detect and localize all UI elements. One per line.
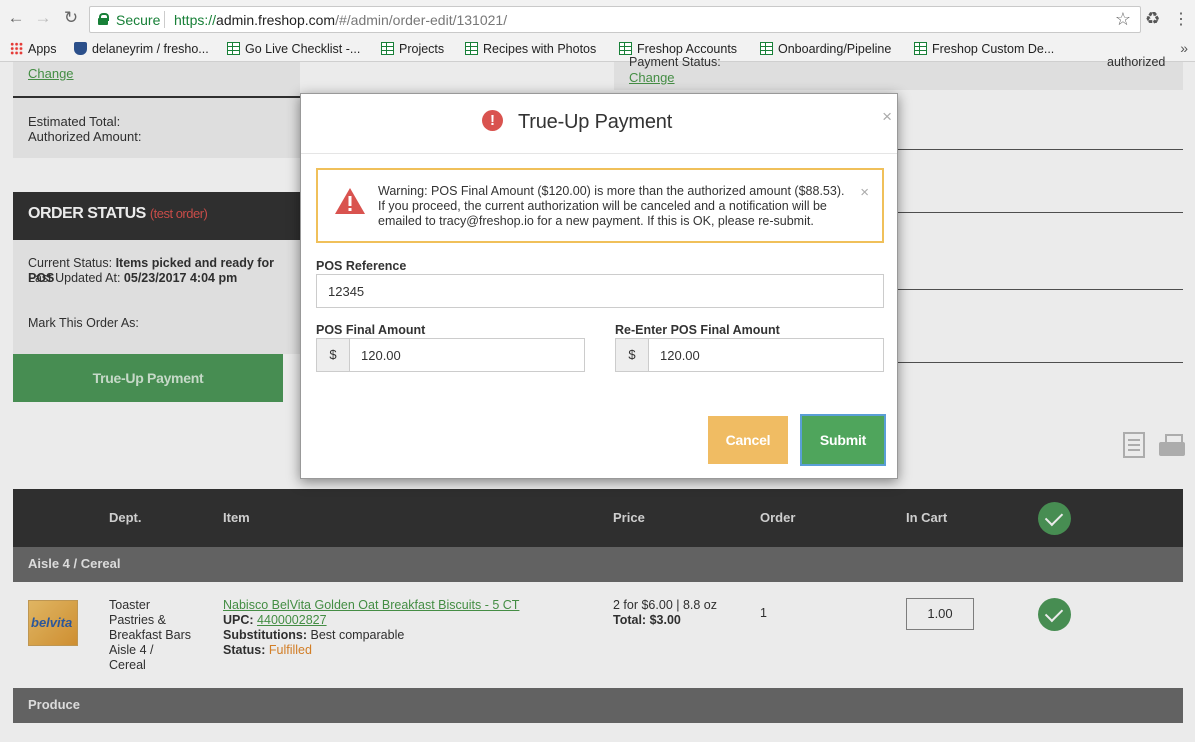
menu-icon[interactable]: ⋮: [1173, 9, 1189, 29]
bookmark-onboarding[interactable]: Onboarding/Pipeline: [760, 40, 891, 58]
dismiss-warning-icon[interactable]: ×: [860, 184, 869, 201]
bookmark-custom-de[interactable]: Freshop Custom De...: [914, 40, 1054, 58]
bookmark-delaneyrim[interactable]: delaneyrim / fresho...: [74, 40, 209, 58]
spreadsheet-icon: [760, 42, 773, 55]
warning-message: Warning: POS Final Amount ($120.00) is m…: [378, 184, 845, 228]
modal-header: ! True-Up Payment ×: [301, 94, 897, 154]
true-up-payment-modal: ! True-Up Payment × Warning: POS Final A…: [300, 93, 898, 479]
pos-reference-input[interactable]: 12345: [316, 274, 884, 308]
bookmarks-overflow-icon[interactable]: »: [1180, 40, 1188, 56]
url-text[interactable]: https://admin.freshop.com/#/admin/order-…: [174, 12, 507, 28]
bookmark-star-icon[interactable]: ☆: [1115, 9, 1131, 30]
spreadsheet-icon: [381, 42, 394, 55]
recycle-extension-icon[interactable]: ♻: [1145, 9, 1160, 29]
reenter-pos-final-amount-label: Re-Enter POS Final Amount: [615, 323, 780, 337]
apps-grid-icon: [10, 42, 23, 55]
error-exclamation-icon: !: [482, 110, 503, 131]
spreadsheet-icon: [914, 42, 927, 55]
browser-toolbar: ← → ↻ Secure https://admin.freshop.com/#…: [0, 0, 1195, 38]
bookmark-go-live[interactable]: Go Live Checklist -...: [227, 40, 360, 58]
submit-button[interactable]: Submit: [802, 416, 884, 464]
pos-final-amount-label: POS Final Amount: [316, 323, 426, 337]
bookmark-recipes[interactable]: Recipes with Photos: [465, 40, 596, 58]
modal-title: True-Up Payment: [518, 111, 673, 133]
pos-reference-label: POS Reference: [316, 259, 407, 273]
spreadsheet-icon: [465, 42, 478, 55]
lock-icon: [98, 13, 109, 25]
spreadsheet-icon: [619, 42, 632, 55]
warning-triangle-icon: [334, 187, 366, 215]
cancel-button[interactable]: Cancel: [708, 416, 788, 464]
warning-alert: Warning: POS Final Amount ($120.00) is m…: [316, 168, 884, 243]
bookmarks-bar: Apps delaneyrim / fresho... Go Live Chec…: [0, 38, 1195, 62]
bookmark-projects[interactable]: Projects: [381, 40, 444, 58]
forward-arrow-icon[interactable]: →: [33, 8, 53, 28]
currency-addon: $: [615, 338, 649, 372]
secure-label: Secure: [116, 12, 161, 28]
back-arrow-icon[interactable]: ←: [6, 8, 26, 28]
spreadsheet-icon: [227, 42, 240, 55]
reload-icon[interactable]: ↻: [61, 8, 81, 28]
pos-final-amount-input[interactable]: 120.00: [349, 338, 585, 372]
close-icon[interactable]: ×: [882, 107, 892, 127]
shield-icon: [74, 42, 87, 55]
reenter-pos-final-amount-input[interactable]: 120.00: [648, 338, 884, 372]
divider: [164, 11, 165, 28]
bookmark-apps[interactable]: Apps: [10, 40, 57, 58]
address-bar[interactable]: Secure https://admin.freshop.com/#/admin…: [89, 6, 1141, 33]
currency-addon: $: [316, 338, 350, 372]
